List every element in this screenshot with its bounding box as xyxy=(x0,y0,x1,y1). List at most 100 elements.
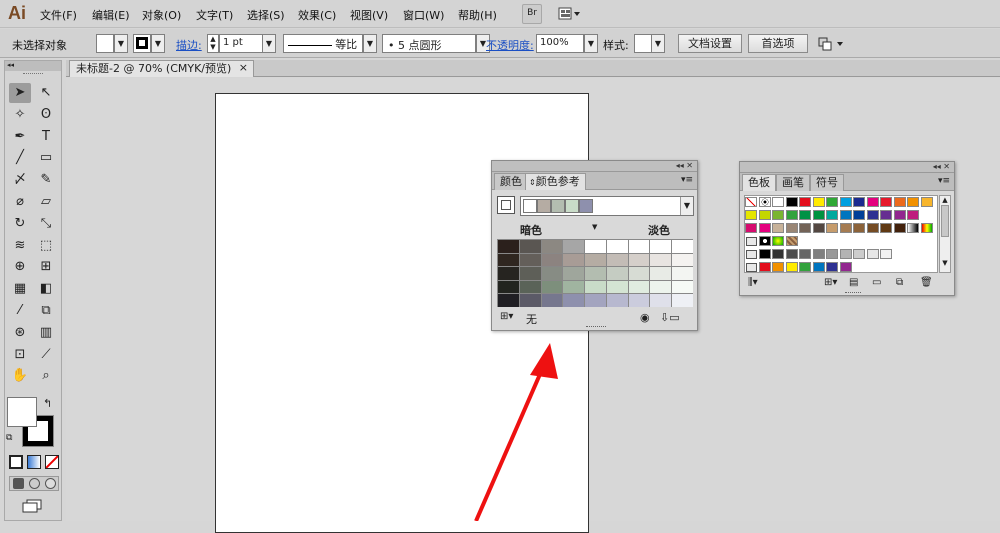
color-swatch[interactable] xyxy=(853,210,865,220)
color-swatch[interactable] xyxy=(880,223,892,233)
color-guide-cell[interactable] xyxy=(606,294,628,307)
document-setup-button[interactable]: 文档设置 xyxy=(678,34,742,53)
color-guide-cell[interactable] xyxy=(563,280,585,294)
color-swatch[interactable] xyxy=(745,210,757,220)
color-swatch[interactable] xyxy=(812,262,825,272)
color-swatch[interactable] xyxy=(920,197,933,207)
mesh-tool-icon[interactable]: ▦ xyxy=(9,279,31,299)
stroke-weight-field[interactable]: 1 pt xyxy=(219,34,265,53)
color-swatch[interactable] xyxy=(772,197,784,207)
color-guide-cell[interactable] xyxy=(650,280,672,294)
blend-tool-icon[interactable]: ⧉ xyxy=(35,301,57,321)
color-swatch[interactable] xyxy=(839,210,852,220)
color-guide-cell[interactable] xyxy=(585,267,606,280)
swatch-options-icon[interactable]: ▤ xyxy=(849,277,858,288)
swatches-menu-icon[interactable]: ▾≡ xyxy=(938,176,950,186)
swatch-library-icon[interactable]: ⫼▾ xyxy=(748,277,758,288)
new-color-group-icon[interactable]: ▭ xyxy=(872,277,881,288)
color-guide-cell[interactable] xyxy=(585,240,606,253)
symbol-sprayer-tool-icon[interactable]: ⊛ xyxy=(9,323,31,343)
swap-colors-icon[interactable]: ↰ xyxy=(43,397,52,410)
color-swatch[interactable] xyxy=(839,249,852,259)
column-graph-tool-icon[interactable]: ▥ xyxy=(35,323,57,343)
fill-swatch[interactable] xyxy=(96,34,114,53)
scale-tool-icon[interactable]: ⤡ xyxy=(35,214,57,234)
harmony-swatch[interactable] xyxy=(565,199,579,213)
fill-dropdown[interactable]: ▼ xyxy=(114,34,128,53)
menu-type[interactable]: 文字(T) xyxy=(196,7,233,23)
style-swatch[interactable] xyxy=(634,34,652,53)
color-guide-cell[interactable] xyxy=(650,253,672,267)
panel-collapse-close[interactable]: ◂◂ ✕ xyxy=(492,161,697,172)
color-swatch[interactable] xyxy=(866,223,879,233)
bridge-button[interactable]: Br xyxy=(522,4,542,24)
color-swatch[interactable] xyxy=(772,262,784,272)
color-guide-cell[interactable] xyxy=(672,253,693,267)
color-guide-cell[interactable] xyxy=(541,267,563,280)
color-swatch[interactable] xyxy=(893,223,906,233)
artboard-tool-icon[interactable]: ⊡ xyxy=(9,345,31,365)
color-guide-cell[interactable] xyxy=(541,240,563,253)
arrange-options-icon[interactable] xyxy=(818,37,846,51)
color-guide-cell[interactable] xyxy=(498,294,519,307)
color-guide-cell[interactable] xyxy=(606,267,628,280)
color-swatch[interactable] xyxy=(785,197,798,207)
color-swatch[interactable] xyxy=(785,249,798,259)
draw-normal-icon[interactable] xyxy=(13,478,24,489)
color-guide-cell[interactable] xyxy=(585,280,606,294)
menu-object[interactable]: 对象(O) xyxy=(142,7,181,23)
color-swatch[interactable] xyxy=(758,262,771,272)
color-guide-cell[interactable] xyxy=(563,267,585,280)
color-swatch[interactable] xyxy=(758,210,771,220)
color-swatch[interactable] xyxy=(920,223,933,233)
stroke-weight-dropdown[interactable]: ▼ xyxy=(262,34,276,53)
color-guide-cell[interactable] xyxy=(519,294,541,307)
tab-swatches[interactable]: 色板 xyxy=(742,174,776,191)
color-guide-cell[interactable] xyxy=(563,294,585,307)
color-guide-cell[interactable] xyxy=(498,267,519,280)
menu-select[interactable]: 选择(S) xyxy=(247,7,285,23)
brush-select[interactable]: • 5 点圆形 xyxy=(382,34,476,53)
color-swatch[interactable] xyxy=(772,210,784,220)
color-guide-cell[interactable] xyxy=(541,280,563,294)
opacity-label-link[interactable]: 不透明度: xyxy=(486,37,534,53)
color-swatch[interactable] xyxy=(907,210,919,220)
variation-options-icon[interactable]: ▼ xyxy=(592,223,597,231)
paintbrush-tool-icon[interactable]: 〆 xyxy=(9,170,31,190)
panel-resize-grip[interactable] xyxy=(586,326,606,329)
preferences-button[interactable]: 首选项 xyxy=(748,34,808,53)
color-swatch[interactable] xyxy=(907,197,919,207)
color-swatch[interactable] xyxy=(799,249,811,259)
new-swatch-icon[interactable]: ⧉ xyxy=(896,277,903,288)
swatches-resize-grip[interactable] xyxy=(845,292,861,295)
color-guide-cell[interactable] xyxy=(541,294,563,307)
color-guide-cell[interactable] xyxy=(585,253,606,267)
menu-window[interactable]: 窗口(W) xyxy=(403,7,444,23)
lasso-tool-icon[interactable]: ʘ xyxy=(35,105,57,125)
color-swatch[interactable] xyxy=(839,197,852,207)
save-to-swatches-icon[interactable]: ⇩▭ xyxy=(660,311,680,324)
rotate-tool-icon[interactable]: ↻ xyxy=(9,214,31,234)
screen-mode-icon[interactable] xyxy=(22,499,44,513)
color-swatch[interactable] xyxy=(853,223,865,233)
harmony-rules-select[interactable]: ▼ xyxy=(520,196,694,216)
selection-tool-icon[interactable]: ➤ xyxy=(9,83,31,103)
color-guide-cell[interactable] xyxy=(541,253,563,267)
color-swatch[interactable] xyxy=(799,210,811,220)
tab-brushes[interactable]: 画笔 xyxy=(776,174,810,191)
color-swatch[interactable] xyxy=(799,223,811,233)
fill-color-box-front[interactable] xyxy=(7,397,37,427)
default-colors-icon[interactable]: ⧉ xyxy=(6,433,12,443)
line-tool-icon[interactable]: ╱ xyxy=(9,148,31,168)
color-swatch[interactable] xyxy=(772,249,784,259)
direct-selection-tool-icon[interactable]: ↖ xyxy=(35,83,57,103)
color-guide-cell[interactable] xyxy=(519,280,541,294)
color-swatch[interactable] xyxy=(745,223,757,233)
color-swatch[interactable] xyxy=(745,197,757,207)
color-swatch[interactable] xyxy=(880,210,892,220)
color-guide-cell[interactable] xyxy=(519,253,541,267)
color-swatch[interactable] xyxy=(893,210,906,220)
none-mode-icon[interactable] xyxy=(45,455,59,469)
stroke-profile-dropdown[interactable]: ▼ xyxy=(363,34,377,53)
blob-brush-tool-icon[interactable]: ⌀ xyxy=(9,192,31,212)
